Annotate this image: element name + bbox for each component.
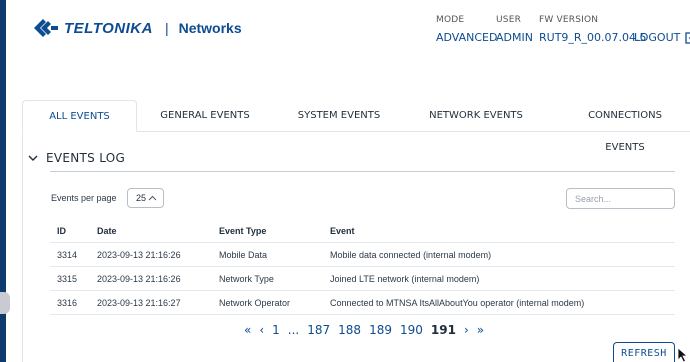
logout-label: LOGOUT xyxy=(634,31,681,44)
cell-event: Mobile data connected (internal modem) xyxy=(330,250,492,260)
tab-label: SYSTEM EVENTS xyxy=(297,110,381,121)
cell-date: 2023-09-13 21:16:26 xyxy=(97,274,181,284)
column-header-id[interactable]: ID xyxy=(57,219,66,243)
pagination-last[interactable]: » xyxy=(477,323,484,337)
cell-id: 3316 xyxy=(57,298,78,308)
cell-id: 3314 xyxy=(57,250,78,260)
cell-event: Joined LTE network (internal modem) xyxy=(330,274,480,284)
tab-label: NETWORK EVENTS xyxy=(429,110,523,121)
per-page-label: Events per page xyxy=(51,193,117,203)
cell-event: Connected to MTNSA ItsAllAboutYou operat… xyxy=(330,298,585,308)
mouse-pointer-icon xyxy=(677,347,689,362)
brand-separator: | xyxy=(164,20,169,36)
refresh-button[interactable]: REFRESH xyxy=(613,342,675,362)
chevron-down-icon xyxy=(28,155,38,161)
fw-version-value: RUT9_R_00.07.04.5 xyxy=(539,31,647,44)
per-page-select[interactable]: 25 xyxy=(127,188,164,208)
pagination: « ‹ 1 ... 187 188 189 190 191 › » xyxy=(244,321,492,339)
teltonika-logo-icon xyxy=(34,19,58,37)
pagination-first[interactable]: « xyxy=(244,323,251,337)
table-row: 3315 2023-09-13 21:16:26 Network Type Jo… xyxy=(50,267,675,291)
user-value[interactable]: ADMIN xyxy=(496,31,533,44)
table-row: 3314 2023-09-13 21:16:26 Mobile Data Mob… xyxy=(50,243,675,267)
mode-caption: MODE xyxy=(436,15,465,25)
logout-button[interactable]: LOGOUT xyxy=(634,31,690,44)
tab-label: ALL EVENTS xyxy=(49,111,110,122)
top-header: TELTONIKA | Networks MODE ADVANCED USER … xyxy=(0,0,690,62)
per-page-value: 25 xyxy=(136,193,147,203)
mode-indicator: MODE ADVANCED xyxy=(436,15,497,44)
pagination-page[interactable]: 189 xyxy=(369,323,392,337)
pagination-page[interactable]: 190 xyxy=(400,323,423,337)
cell-event-type: Network Type xyxy=(219,274,274,284)
cell-date: 2023-09-13 21:16:26 xyxy=(97,250,181,260)
cell-event-type: Mobile Data xyxy=(219,250,268,260)
pagination-current-page[interactable]: 191 xyxy=(431,323,456,337)
pagination-ellipsis: ... xyxy=(287,323,300,337)
pagination-page[interactable]: 1 xyxy=(272,323,280,337)
user-caption: USER xyxy=(496,15,522,25)
tab-label: GENERAL EVENTS xyxy=(160,110,250,121)
pagination-page[interactable]: 188 xyxy=(338,323,361,337)
table-header-row: ID Date Event Type Event xyxy=(50,219,675,243)
fw-version-caption: FW VERSION xyxy=(539,15,599,25)
section-title: EVENTS LOG xyxy=(46,151,126,165)
tab-general-events[interactable]: GENERAL EVENTS xyxy=(160,100,250,132)
user-indicator: USER ADMIN xyxy=(496,15,533,44)
pagination-next[interactable]: › xyxy=(464,323,469,337)
brand-product: Networks xyxy=(178,20,242,36)
table-row: 3316 2023-09-13 21:16:27 Network Operato… xyxy=(50,291,675,315)
brand-name: TELTONIKA xyxy=(64,19,153,37)
column-header-event[interactable]: Event xyxy=(330,219,355,243)
tab-all-events[interactable]: ALL EVENTS xyxy=(22,100,137,132)
events-log-toggle[interactable]: EVENTS LOG xyxy=(28,151,125,165)
mode-value[interactable]: ADVANCED xyxy=(436,31,497,44)
fw-version-indicator: FW VERSION RUT9_R_00.07.04.5 xyxy=(539,15,647,44)
cell-event-type: Network Operator xyxy=(219,298,291,308)
tab-system-events[interactable]: SYSTEM EVENTS xyxy=(294,100,384,132)
column-header-date[interactable]: Date xyxy=(97,219,117,243)
chevron-up-icon xyxy=(148,195,157,201)
logout-icon xyxy=(685,31,690,44)
section-divider xyxy=(50,171,675,172)
cell-date: 2023-09-13 21:16:27 xyxy=(97,298,181,308)
tab-network-events[interactable]: NETWORK EVENTS xyxy=(426,100,526,132)
tab-connections-events[interactable]: CONNECTIONS EVENTS xyxy=(570,100,680,153)
events-tabs: ALL EVENTS GENERAL EVENTS SYSTEM EVENTS … xyxy=(22,100,690,153)
cell-id: 3315 xyxy=(57,274,78,284)
sidebar-toggle-handle[interactable] xyxy=(0,292,10,314)
column-header-event-type[interactable]: Event Type xyxy=(219,219,266,243)
pagination-prev[interactable]: ‹ xyxy=(259,323,264,337)
search-input[interactable] xyxy=(566,188,675,209)
brand-logo[interactable]: TELTONIKA | Networks xyxy=(32,18,242,38)
events-table: ID Date Event Type Event 3314 2023-09-13… xyxy=(50,219,675,315)
pagination-page[interactable]: 187 xyxy=(307,323,330,337)
